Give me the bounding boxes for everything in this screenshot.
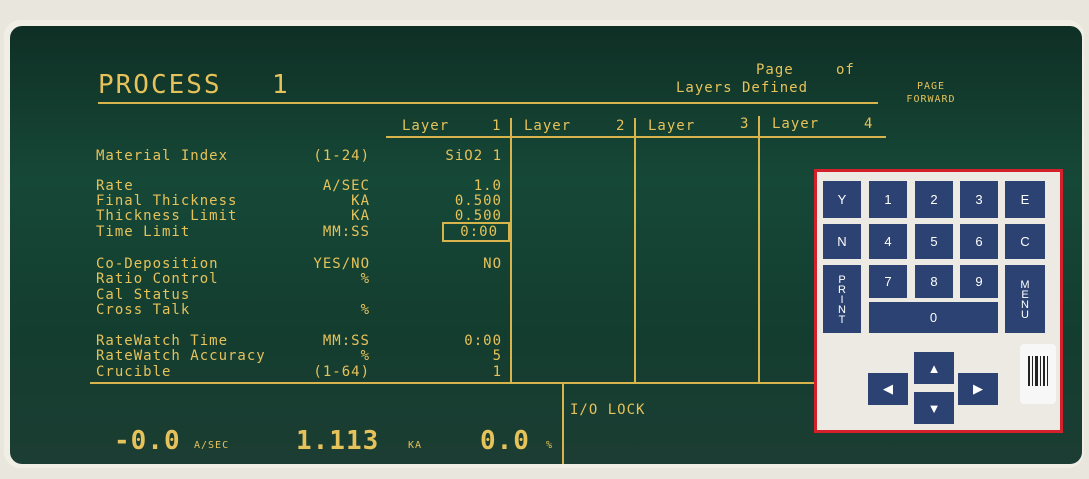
- row-unit: YES/NO: [313, 256, 370, 272]
- key-e[interactable]: E: [1005, 181, 1045, 218]
- column-layer-3-number: 3: [740, 116, 750, 132]
- column-layer-1-number: 1: [492, 118, 502, 134]
- row-label: Crucible: [96, 364, 172, 380]
- key-print[interactable]: PRINT: [823, 265, 861, 333]
- key-menu[interactable]: MENU: [1005, 265, 1045, 333]
- key-c[interactable]: C: [1005, 224, 1045, 259]
- row-unit: MM:SS: [322, 224, 370, 240]
- thickness-readout: 1.113: [296, 426, 380, 456]
- layers-defined-label: Layers Defined: [676, 80, 809, 96]
- column-divider: [510, 118, 512, 382]
- page-label: Page: [756, 62, 794, 78]
- power-readout: 0.0: [480, 426, 530, 456]
- key-5[interactable]: 5: [915, 224, 953, 259]
- column-divider: [634, 118, 636, 382]
- key-4[interactable]: 4: [869, 224, 907, 259]
- row-unit: KA: [351, 193, 370, 209]
- row-unit: A/SEC: [322, 178, 370, 194]
- key-yes[interactable]: Y: [823, 181, 861, 218]
- key-3[interactable]: 3: [960, 181, 998, 218]
- column-header-divider: [386, 136, 886, 138]
- row-unit: KA: [351, 208, 370, 224]
- rate-unit: A/SEC: [194, 440, 230, 451]
- key-9[interactable]: 9: [960, 265, 998, 298]
- arrow-right-key[interactable]: ▶: [958, 373, 998, 405]
- column-layer-2-label: Layer: [524, 118, 572, 134]
- status-divider: [90, 382, 890, 384]
- thickness-unit: KA: [408, 440, 423, 451]
- arrow-left-key[interactable]: ◀: [868, 373, 908, 405]
- row-label: Time Limit: [96, 224, 191, 240]
- column-layer-4-number: 4: [864, 116, 874, 132]
- io-lock-indicator: I/O LOCK: [570, 402, 646, 418]
- row-label: Cal Status: [96, 287, 191, 303]
- key-2[interactable]: 2: [915, 181, 953, 218]
- key-1[interactable]: 1: [869, 181, 907, 218]
- header-divider: [98, 102, 878, 104]
- row-label: Final Thickness: [96, 193, 238, 209]
- layer1-ratewatch-accuracy-value[interactable]: 5: [493, 348, 502, 364]
- key-7[interactable]: 7: [869, 265, 907, 298]
- row-label: RateWatch Time: [96, 333, 229, 349]
- row-label: Cross Talk: [96, 302, 191, 318]
- arrow-down-key[interactable]: ▼: [914, 392, 954, 424]
- page-forward-softkey[interactable]: PAGE FORWARD: [894, 80, 968, 106]
- row-unit: %: [360, 348, 370, 364]
- row-label: Rate: [96, 178, 134, 194]
- status-column-divider: [562, 384, 564, 464]
- process-number: 1: [272, 70, 290, 100]
- column-layer-2-number: 2: [616, 118, 626, 134]
- layer1-rate-value[interactable]: 1.0: [474, 178, 502, 194]
- page-of-label: of: [836, 62, 855, 78]
- row-unit: %: [360, 302, 370, 318]
- layer1-time-limit-value[interactable]: 0:00: [460, 224, 498, 240]
- column-layer-3-label: Layer: [648, 118, 696, 134]
- row-unit: %: [360, 271, 370, 287]
- key-8[interactable]: 8: [915, 265, 953, 298]
- key-6[interactable]: 6: [960, 224, 998, 259]
- arrow-up-key[interactable]: ▲: [914, 352, 954, 384]
- barcode-sticker: [1020, 344, 1056, 404]
- row-unit: (1-24): [313, 148, 370, 164]
- row-unit: (1-64): [313, 364, 370, 380]
- layer1-codeposition-value[interactable]: NO: [483, 256, 502, 272]
- key-no[interactable]: N: [823, 224, 861, 259]
- row-label: Thickness Limit: [96, 208, 238, 224]
- layer1-material-value[interactable]: SiO2 1: [445, 148, 502, 164]
- layer1-crucible-value[interactable]: 1: [493, 364, 502, 380]
- layer1-ratewatch-time-value[interactable]: 0:00: [464, 333, 502, 349]
- page-title: PROCESS: [98, 70, 222, 100]
- power-unit: %: [546, 440, 554, 451]
- row-label: RateWatch Accuracy: [96, 348, 266, 364]
- rate-readout: -0.0: [114, 426, 181, 456]
- column-divider: [758, 116, 760, 382]
- row-label: Co-Deposition: [96, 256, 219, 272]
- row-unit: MM:SS: [322, 333, 370, 349]
- key-0[interactable]: 0: [869, 302, 998, 333]
- row-label: Ratio Control: [96, 271, 219, 287]
- row-label: Material Index: [96, 148, 229, 164]
- column-layer-1-label: Layer: [402, 118, 450, 134]
- layer1-final-thickness-value[interactable]: 0.500: [455, 193, 502, 209]
- column-layer-4-label: Layer: [772, 116, 820, 132]
